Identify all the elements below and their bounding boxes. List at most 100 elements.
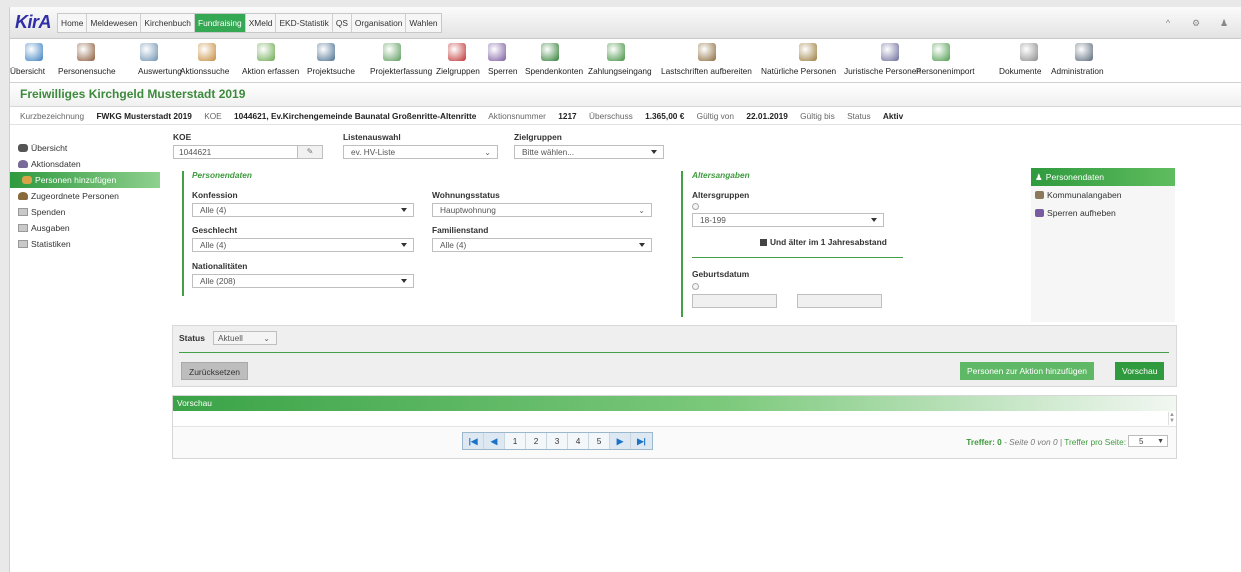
person-search-icon[interactable] (77, 43, 95, 61)
toolbar-block-label[interactable]: Sperren (488, 66, 518, 76)
geburtsdatum-from-input[interactable] (692, 294, 777, 308)
nav-aktionsdaten[interactable]: Aktionsdaten (10, 156, 160, 172)
treffer-info: Treffer: 0 - Seite 0 von 0 | Treffer pro… (966, 437, 1126, 447)
toolbar-project-search-label[interactable]: Projektsuche (307, 66, 355, 76)
action-search-icon[interactable] (198, 43, 216, 61)
section-sperren-aufheben[interactable]: Sperren aufheben (1031, 204, 1175, 222)
toolbar-action-add-label[interactable]: Aktion erfassen (242, 66, 299, 76)
collapse-icon[interactable]: ^ (1157, 15, 1179, 31)
section-kommunalangaben[interactable]: Kommunalangaben (1031, 186, 1175, 204)
page-5-button[interactable]: 5 (589, 433, 610, 449)
building-icon[interactable] (881, 43, 899, 61)
project-add-icon[interactable] (383, 43, 401, 61)
block-icon[interactable] (488, 43, 506, 61)
project-search-icon[interactable] (317, 43, 335, 61)
edit-icon[interactable]: ✎ (297, 145, 323, 159)
menu-item-fundraising[interactable]: Fundraising (194, 13, 246, 32)
scrollbar[interactable]: ▲ ▼ (1168, 412, 1175, 425)
gears-icon[interactable] (1075, 43, 1093, 61)
chart-icon[interactable] (140, 43, 158, 61)
nav-zugeordnete-personen[interactable]: Zugeordnete Personen (10, 188, 160, 204)
table-icon (18, 224, 28, 232)
menu-item-kirchenbuch[interactable]: Kirchenbuch (141, 13, 195, 32)
page-2-button[interactable]: 2 (526, 433, 547, 449)
toolbar-debit-label[interactable]: Lastschriften aufbereiten (661, 66, 752, 76)
familienstand-label: Familienstand (432, 225, 489, 235)
document-icon[interactable] (1020, 43, 1038, 61)
menu-item-wahlen[interactable]: Wahlen (406, 14, 440, 32)
menu-item-organisation[interactable]: Organisation (352, 13, 407, 32)
target-icon[interactable] (448, 43, 466, 61)
nav-ausgaben[interactable]: Ausgaben (10, 220, 160, 236)
next-page-icon[interactable]: ▶ (610, 433, 631, 449)
nav-spenden[interactable]: Spenden (10, 204, 160, 220)
nationalitaeten-select[interactable]: Alle (208) (192, 274, 414, 288)
menu-item-meldewesen[interactable]: Meldewesen (87, 13, 142, 32)
koe-label: KOE (173, 132, 192, 142)
account-icon[interactable] (541, 43, 559, 61)
menu-item-qs[interactable]: QS (333, 13, 352, 32)
wohnungsstatus-select[interactable]: Hauptwohnung ⌄ (432, 203, 652, 217)
toolbar-chart-label[interactable]: Auswertung (138, 66, 182, 76)
toolbar-project-add-label[interactable]: Projekterfassung (370, 66, 432, 76)
first-page-icon[interactable]: |◀ (463, 433, 484, 449)
toolbar-signpost-label[interactable]: Übersicht (10, 66, 45, 76)
page-1-button[interactable]: 1 (505, 433, 526, 449)
geburtsdatum-radio[interactable] (692, 283, 699, 290)
toolbar-document-label[interactable]: Dokumente (999, 66, 1041, 76)
toolbar-payment-label[interactable]: Zahlungseingang (588, 66, 652, 76)
status-value: Aktuell (218, 333, 243, 343)
nav-uebersicht[interactable]: Übersicht (10, 140, 160, 156)
signpost-icon[interactable] (25, 43, 43, 61)
listenauswahl-select[interactable]: ev. HV-Liste ⌄ (343, 145, 498, 159)
aelter-checkbox-row[interactable]: Und älter im 1 Jahresabstand (760, 237, 887, 247)
konfession-value: Alle (4) (200, 205, 227, 215)
toolbar-person-search-label[interactable]: Personensuche (58, 66, 116, 76)
koe-input[interactable]: 1044621 (173, 145, 298, 159)
settings-icon[interactable]: ⚙ (1185, 15, 1207, 31)
altersgruppen-radio[interactable] (692, 203, 699, 210)
page-3-button[interactable]: 3 (547, 433, 568, 449)
toolbar-target-label[interactable]: Zielgruppen (436, 66, 480, 76)
status-select[interactable]: Aktuell ⌄ (213, 331, 277, 345)
user-icon[interactable]: ♟ (1213, 15, 1235, 31)
listenauswahl-value: ev. HV-Liste (351, 147, 396, 157)
gueltig-von-label: Gültig von (696, 111, 735, 121)
toolbar-persons-label[interactable]: Natürliche Personen (761, 66, 836, 76)
geschlecht-select[interactable]: Alle (4) (192, 238, 414, 252)
chevron-down-icon: ▼ (1157, 438, 1164, 445)
toolbar-action-search-label[interactable]: Aktionssuche (180, 66, 229, 76)
persons-icon[interactable] (799, 43, 817, 61)
aktionsnummer-value: 1217 (558, 111, 577, 121)
toolbar-gears-label[interactable]: Administration (1051, 66, 1104, 76)
page-4-button[interactable]: 4 (568, 433, 589, 449)
toolbar-building-label[interactable]: Juristische Personen (844, 66, 921, 76)
action-add-icon[interactable] (257, 43, 275, 61)
payment-icon[interactable] (607, 43, 625, 61)
add-persons-button[interactable]: Personen zur Aktion hinzufügen (960, 362, 1095, 380)
toolbar-import-label[interactable]: Personenimport (916, 66, 975, 76)
toolbar-account-label[interactable]: Spendenkonten (525, 66, 583, 76)
module-toolbar: Übersicht Personensuche Auswertung Aktionss… (10, 39, 1241, 83)
prev-page-icon[interactable]: ◀ (484, 433, 505, 449)
altersgruppen-select[interactable]: 18-199 (692, 213, 884, 227)
toolbar-icons (10, 42, 1241, 64)
menu-item-xmeld[interactable]: XMeld (246, 13, 277, 32)
checkbox-checked-icon (760, 239, 767, 246)
import-icon[interactable] (932, 43, 950, 61)
reset-button[interactable]: Zurücksetzen (181, 362, 249, 380)
nav-statistiken[interactable]: Statistiken (10, 236, 160, 252)
person-icon (18, 160, 28, 168)
menu-item-ekd-statistik[interactable]: EKD-Statistik (276, 13, 333, 32)
familienstand-select[interactable]: Alle (4) (432, 238, 652, 252)
konfession-select[interactable]: Alle (4) (192, 203, 414, 217)
menu-item-home[interactable]: Home (58, 13, 88, 32)
geburtsdatum-to-input[interactable] (797, 294, 882, 308)
treffer-pro-seite-select[interactable]: 5 ▼ (1128, 435, 1168, 447)
section-personendaten[interactable]: ♟ Personendaten (1031, 168, 1175, 186)
preview-button[interactable]: Vorschau (1115, 362, 1165, 380)
last-page-icon[interactable]: ▶| (631, 433, 652, 449)
zielgruppen-select[interactable]: Bitte wählen... (514, 145, 664, 159)
debit-icon[interactable] (698, 43, 716, 61)
nav-personen-hinzufuegen[interactable]: Personen hinzufügen (10, 172, 160, 188)
